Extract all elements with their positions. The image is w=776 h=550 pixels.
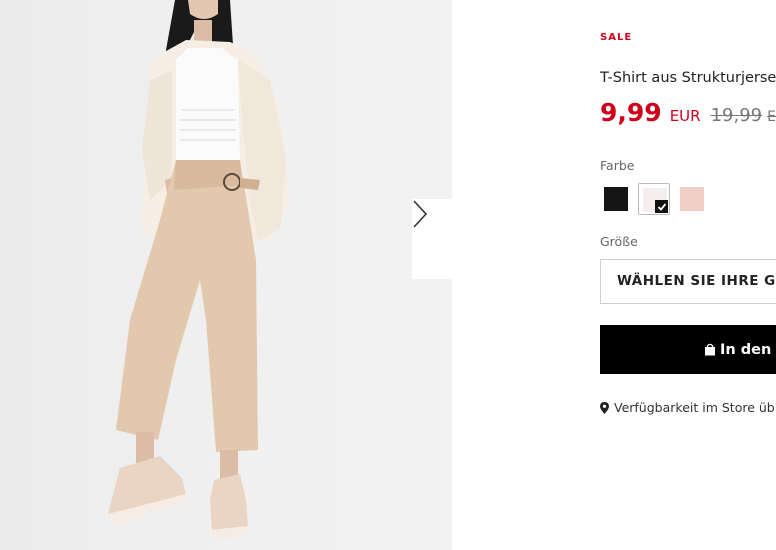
add-to-cart-label: In den V: [720, 341, 776, 358]
product-title: T-Shirt aus Strukturjerse: [600, 70, 776, 86]
add-to-cart-button[interactable]: In den V: [600, 325, 776, 374]
current-price: 9,99: [600, 98, 662, 127]
product-page: SALE T-Shirt aus Strukturjerse 9,99 EUR …: [0, 0, 776, 550]
chevron-right-icon: [413, 200, 428, 228]
old-price-currency: EU: [767, 109, 776, 125]
color-label: Farbe: [600, 158, 635, 173]
model-photo: [108, 0, 290, 540]
color-swatch-white[interactable]: [638, 183, 670, 215]
color-swatch-pink[interactable]: [676, 183, 708, 215]
swatch-chip: [680, 187, 704, 211]
size-select[interactable]: WÄHLEN SIE IHRE GR: [600, 259, 776, 304]
color-swatch-black[interactable]: [600, 183, 632, 215]
color-swatches: [600, 183, 708, 215]
swatch-chip: [604, 187, 628, 211]
map-pin-icon: [600, 401, 609, 414]
sale-badge: SALE: [600, 32, 633, 43]
checkmark-icon: [655, 200, 668, 213]
current-price-currency: EUR: [669, 107, 701, 125]
product-image: [0, 0, 452, 550]
store-availability-label: Verfügbarkeit im Store üb: [614, 400, 775, 415]
size-label: Größe: [600, 234, 638, 249]
gallery-next-button[interactable]: [412, 199, 452, 279]
shopping-bag-icon: [704, 343, 716, 356]
store-availability-link[interactable]: Verfügbarkeit im Store üb: [600, 400, 775, 415]
price-row: 9,99 EUR 19,99 EU: [600, 98, 776, 127]
old-price: 19,99: [710, 105, 763, 126]
